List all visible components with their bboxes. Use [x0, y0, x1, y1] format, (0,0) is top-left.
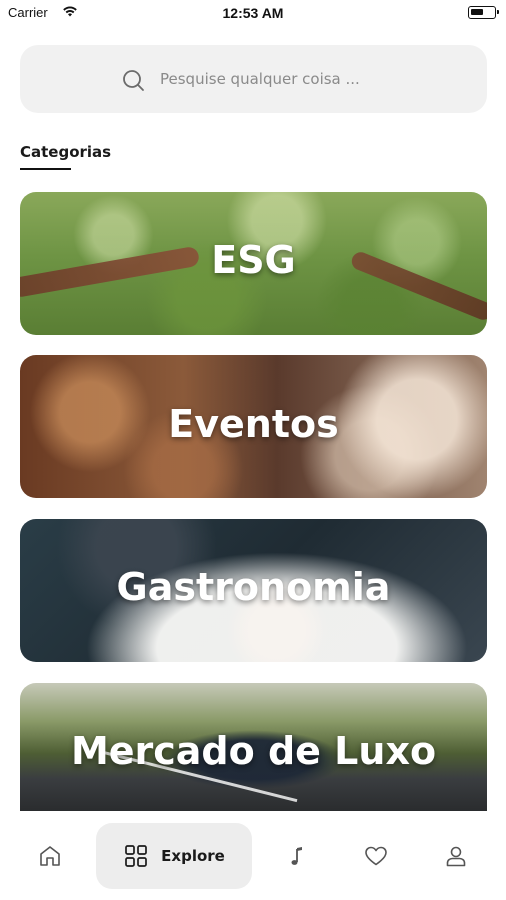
nav-explore-label: Explore: [161, 847, 225, 865]
search-input[interactable]: [160, 63, 460, 95]
home-icon: [40, 846, 60, 866]
category-label: Gastronomia: [116, 565, 391, 609]
bottom-nav: Explore: [0, 811, 506, 900]
music-note-icon: [291, 847, 302, 865]
nav-favorites[interactable]: [346, 823, 406, 889]
nav-explore[interactable]: Explore: [96, 823, 252, 889]
user-icon: [446, 846, 466, 867]
status-bar: Carrier 12:53 AM: [0, 0, 506, 28]
category-card-mercado-de-luxo[interactable]: Mercado de Luxo: [20, 683, 487, 811]
status-time: 12:53 AM: [222, 5, 284, 21]
search-icon: [123, 70, 144, 91]
search-bar[interactable]: [20, 45, 487, 113]
nav-profile[interactable]: [426, 823, 486, 889]
nav-music[interactable]: [268, 823, 328, 889]
category-card-gastronomia[interactable]: Gastronomia: [20, 519, 487, 662]
section-title: Categorias: [20, 143, 112, 161]
section-underline: [20, 168, 71, 170]
category-label: Mercado de Luxo: [70, 729, 437, 773]
grid-icon: [125, 845, 148, 867]
nav-home[interactable]: [20, 823, 80, 889]
category-label: ESG: [211, 238, 296, 282]
category-label: Eventos: [168, 402, 339, 446]
battery-icon: [468, 6, 499, 19]
heart-icon: [365, 846, 387, 866]
category-card-eventos[interactable]: Eventos: [20, 355, 487, 498]
category-card-esg[interactable]: ESG: [20, 192, 487, 335]
